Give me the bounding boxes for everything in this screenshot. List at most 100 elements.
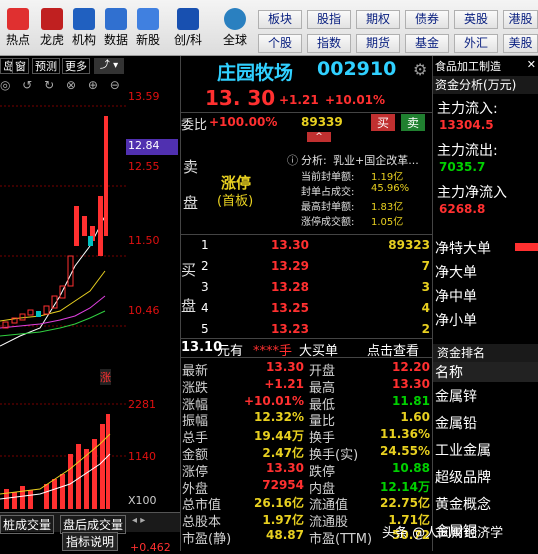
quick-indices[interactable]: 指数 bbox=[307, 34, 351, 53]
toolbar-institution[interactable]: 机构 bbox=[66, 8, 102, 48]
info-icon[interactable]: ⓘ bbox=[287, 152, 298, 168]
bid-level: 2 bbox=[201, 259, 209, 273]
toolbar: 热点 龙虎 机构 数据 新股 创/科 全球 板块 股指 期权 债券 英股 港股 … bbox=[0, 0, 538, 56]
settings-gear-icon[interactable]: ⚙ bbox=[413, 60, 427, 79]
tab-forecast[interactable]: 预测 bbox=[32, 58, 60, 74]
view-details-link[interactable]: 点击查看 bbox=[367, 340, 419, 359]
toolbar-data[interactable]: 数据 bbox=[98, 8, 134, 48]
quote-value: 10.88 bbox=[392, 460, 430, 475]
last-price: 13. 30 bbox=[205, 86, 276, 110]
ticker-bar[interactable]: 13.10 元有 ****手 大买单 点击查看 bbox=[181, 338, 433, 359]
tab-more[interactable]: 更多 bbox=[62, 58, 90, 74]
quick-index[interactable]: 股指 bbox=[307, 10, 351, 29]
quick-stock[interactable]: 个股 bbox=[258, 34, 302, 53]
sell-button[interactable]: 卖 bbox=[401, 114, 425, 131]
main-inflow-value: 13304.5 bbox=[439, 118, 494, 132]
bid-level: 4 bbox=[201, 301, 209, 315]
toolbar-hotspot[interactable]: 热点 bbox=[0, 8, 36, 48]
rank-item[interactable]: 金属锌 bbox=[435, 386, 477, 406]
ticker-unit: 元有 bbox=[217, 344, 244, 359]
price-label: 13.59 bbox=[128, 90, 160, 103]
limit-stat-value: 1.83亿 bbox=[371, 202, 404, 213]
limit-stat-value: 45.96% bbox=[371, 183, 410, 194]
quote-value: 24.55% bbox=[380, 444, 430, 458]
quote-value: 48.87 bbox=[266, 528, 304, 542]
quick-bonds[interactable]: 债券 bbox=[405, 10, 449, 29]
quote-value: 11.81 bbox=[392, 393, 430, 408]
bid-level: 5 bbox=[201, 322, 209, 336]
data-icon bbox=[105, 8, 127, 30]
bid-volume[interactable]: 2 bbox=[422, 322, 430, 336]
volume-chart bbox=[0, 403, 128, 509]
ticker-price: 13.10 bbox=[181, 340, 223, 355]
analysis-text[interactable]: 乳业+国企改革... bbox=[333, 152, 419, 168]
tab-scroll-icons[interactable]: ◂ ▸ bbox=[132, 515, 145, 526]
order-ratio-label: 委比 bbox=[181, 118, 208, 133]
toolbar-ipo[interactable]: 新股 bbox=[130, 8, 166, 48]
toolbar-star-market[interactable]: 创/科 bbox=[168, 8, 208, 48]
quick-sector[interactable]: 板块 bbox=[258, 10, 302, 29]
bid-price: 13.23 bbox=[271, 322, 309, 336]
toolbar-label: 数据 bbox=[103, 33, 128, 47]
watermark: 头条 @人间财经济学 bbox=[382, 526, 504, 541]
quick-options[interactable]: 期权 bbox=[356, 10, 400, 29]
current-price-marker: 12.84 bbox=[126, 139, 178, 155]
tab-window[interactable]: 窗 bbox=[12, 58, 29, 74]
main-outflow-value: 7035.7 bbox=[439, 160, 486, 174]
volume-label: 1140 bbox=[128, 450, 156, 463]
price-chart bbox=[0, 105, 128, 347]
quote-value: 1.97亿 bbox=[262, 513, 304, 528]
indicator-tabs: 桩成交量 盘后成交量 ◂ ▸ bbox=[0, 512, 180, 534]
quote-value: 12.14万 bbox=[380, 479, 430, 494]
quick-uk[interactable]: 英股 bbox=[454, 10, 498, 29]
tab-volume[interactable]: 桩成交量 bbox=[0, 515, 55, 534]
toolbar-label: 热点 bbox=[5, 33, 30, 47]
order-ratio-bar: 委比 +100.00% 89339 买 卖 bbox=[181, 112, 433, 133]
collapse-chevron-icon[interactable]: ^ bbox=[307, 132, 331, 142]
price-label: 12.55 bbox=[128, 160, 160, 173]
toolbar-dragon[interactable]: 龙虎 bbox=[34, 8, 70, 48]
pin-icon[interactable]: ⤴ ▾ bbox=[94, 58, 124, 74]
dragon-icon bbox=[41, 8, 63, 30]
toolbar-label: 龙虎 bbox=[39, 33, 64, 47]
close-icon[interactable]: ✕ bbox=[527, 58, 536, 71]
bid-volume[interactable]: 7 bbox=[422, 259, 430, 273]
quote-value: 13.30 bbox=[266, 460, 304, 475]
price-change: +1.21 bbox=[279, 93, 319, 107]
quote-value: 2.47亿 bbox=[262, 446, 304, 460]
industry-label[interactable]: 食品加工制造 bbox=[435, 58, 501, 74]
main-outflow-label: 主力流出: bbox=[437, 143, 498, 159]
bid-level: 1 bbox=[201, 238, 209, 252]
volume-unit: X100 bbox=[128, 494, 157, 507]
quick-hk[interactable]: 港股 bbox=[503, 10, 538, 29]
quote-value: 12.20 bbox=[392, 360, 430, 374]
toolbar-global[interactable]: 全球 bbox=[215, 8, 255, 48]
price-label: 11.50 bbox=[128, 234, 160, 247]
quick-us[interactable]: 美股 bbox=[503, 34, 538, 53]
bid-volume[interactable]: 3 bbox=[422, 280, 430, 294]
limit-stat-label: 当前封单额: bbox=[301, 172, 355, 183]
rank-item[interactable]: 金属铅 bbox=[435, 413, 477, 433]
rank-item[interactable]: 黄金概念 bbox=[435, 494, 491, 514]
price-change-pct: +10.01% bbox=[325, 93, 386, 107]
stock-name: 庄园牧场 bbox=[217, 62, 294, 84]
quick-funds[interactable]: 基金 bbox=[405, 34, 449, 53]
buy-label: 盘 bbox=[181, 297, 197, 315]
price-label: 10.46 bbox=[128, 304, 160, 317]
indicator-help-button[interactable]: 指标说明 bbox=[62, 532, 119, 551]
bid-volume[interactable]: 4 bbox=[422, 301, 430, 315]
rank-header[interactable]: 名称 bbox=[433, 362, 538, 382]
quick-futures[interactable]: 期货 bbox=[356, 34, 400, 53]
sell-label: 卖 bbox=[183, 158, 199, 176]
bid-volume[interactable]: 89323 bbox=[388, 238, 430, 252]
stock-code: 002910 bbox=[317, 58, 397, 80]
rank-item[interactable]: 工业金属 bbox=[435, 440, 491, 460]
chart-panel[interactable]: 岛 窗 预测 更多 ⤴ ▾ ◎ ↺ ↻ ⊗ ⊕ ⊖ 13.59 12.55 12… bbox=[0, 56, 180, 554]
limit-stat-label: 封单占成交: bbox=[301, 187, 355, 198]
buy-button[interactable]: 买 bbox=[371, 114, 395, 131]
order-ratio-pct: +100.00% bbox=[209, 115, 278, 129]
quote-value: 26.16亿 bbox=[254, 496, 304, 511]
quote-value: 11.36% bbox=[380, 427, 430, 442]
quick-forex[interactable]: 外汇 bbox=[454, 34, 498, 53]
rank-item[interactable]: 超级品牌 bbox=[435, 467, 491, 487]
